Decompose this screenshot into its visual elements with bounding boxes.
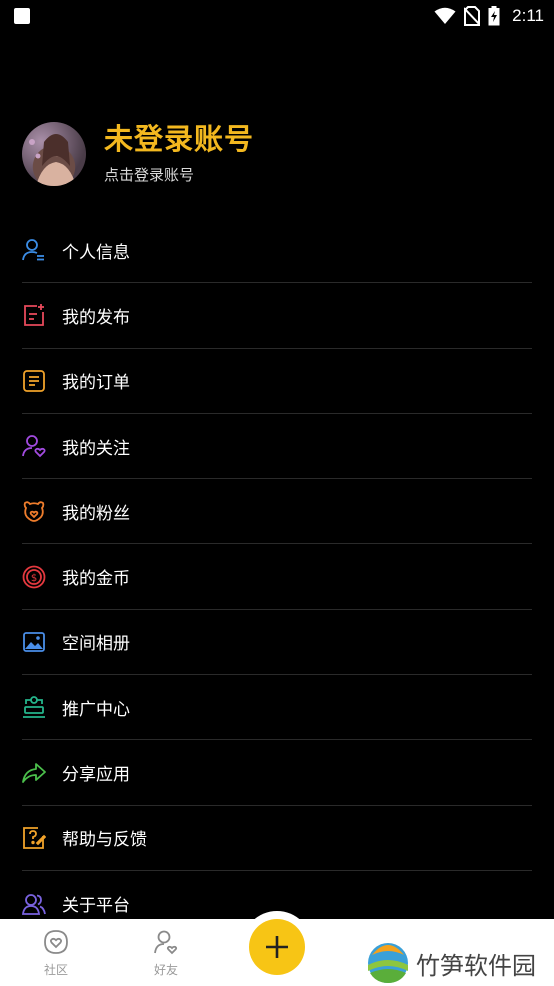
bottom-navigation: 社区 好友 竹笋软件园: [0, 911, 554, 986]
community-icon: [44, 930, 68, 954]
album-icon: [22, 630, 46, 654]
user-info-icon: [22, 238, 46, 262]
watermark-text: 竹笋软件园: [416, 951, 536, 980]
nav-community[interactable]: 社区: [26, 929, 86, 978]
menu-item-album[interactable]: 空间相册: [22, 610, 532, 676]
menu-label: 我的金币: [62, 569, 130, 590]
menu-item-my-posts[interactable]: 我的发布: [22, 283, 532, 349]
menu-item-profile-info[interactable]: 个人信息: [22, 218, 532, 284]
menu-label: 我的订单: [62, 373, 130, 394]
share-icon: [22, 761, 46, 785]
menu-item-my-follows[interactable]: 我的关注: [22, 414, 532, 480]
nav-community-label: 社区: [43, 963, 68, 977]
watermark: 竹笋软件园: [366, 941, 536, 985]
status-icons: 2:11: [434, 4, 544, 28]
fab-container: [242, 911, 312, 981]
menu-label: 我的粉丝: [62, 503, 130, 524]
menu-label: 帮助与反馈: [62, 830, 147, 851]
menu-item-my-orders[interactable]: 我的订单: [22, 349, 532, 414]
menu-item-my-coins[interactable]: $ 我的金币: [22, 544, 532, 610]
nav-friends[interactable]: 好友: [136, 929, 196, 978]
profile-name[interactable]: 未登录账号: [104, 116, 254, 158]
menu-label: 分享应用: [62, 765, 130, 786]
help-icon: [22, 826, 46, 850]
add-button[interactable]: [249, 919, 305, 975]
about-icon: [22, 892, 46, 916]
svg-text:$: $: [31, 573, 37, 584]
promotion-icon: [22, 695, 46, 719]
profile-menu: 个人信息 我的发布 我的订单 我的关注 我的粉丝 $ 我的金币 空间相册 推广中…: [22, 218, 532, 936]
publish-icon: [22, 303, 46, 327]
plus-icon: [266, 936, 288, 958]
follow-icon: [22, 434, 46, 458]
menu-label: 个人信息: [62, 242, 130, 263]
menu-label: 关于平台: [62, 896, 130, 917]
menu-item-share-app[interactable]: 分享应用: [22, 740, 532, 806]
menu-label: 空间相册: [62, 634, 130, 655]
coin-icon: $: [22, 565, 46, 589]
bamboo-logo-icon: [368, 943, 408, 983]
no-sim-icon: [464, 6, 481, 26]
friends-icon: [154, 930, 178, 955]
menu-item-my-fans[interactable]: 我的粉丝: [22, 479, 532, 545]
avatar[interactable]: [22, 122, 86, 186]
clock: 2:11: [512, 6, 544, 25]
wifi-icon: [434, 7, 456, 24]
fans-icon: [22, 499, 46, 523]
battery-icon: [488, 6, 500, 26]
login-prompt[interactable]: 点击登录账号: [104, 164, 194, 185]
menu-label: 我的发布: [62, 307, 130, 328]
status-bar: 2:11: [0, 0, 554, 32]
order-icon: [22, 369, 46, 393]
profile-header[interactable]: 未登录账号 点击登录账号: [22, 120, 532, 190]
nav-friends-label: 好友: [153, 963, 178, 977]
menu-item-help-feedback[interactable]: 帮助与反馈: [22, 806, 532, 871]
notification-icon: [14, 8, 30, 24]
menu-item-promotion[interactable]: 推广中心: [22, 675, 532, 741]
menu-label: 我的关注: [62, 438, 130, 459]
menu-label: 推广中心: [62, 699, 130, 720]
